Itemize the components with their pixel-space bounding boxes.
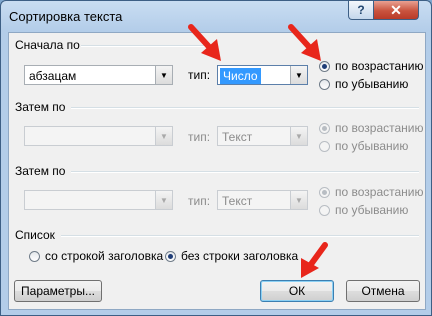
sort3-desc-label[interactable]: по убыванию	[335, 203, 408, 217]
annotation-arrow-icon	[301, 242, 328, 278]
with-header-radio[interactable]	[29, 251, 40, 262]
list-divider	[61, 235, 419, 237]
ok-button[interactable]: ОК	[260, 280, 334, 302]
cancel-button[interactable]: Отмена	[346, 280, 420, 302]
help-icon: ?	[357, 3, 365, 17]
cancel-button-label: Отмена	[361, 284, 405, 298]
annotation-arrow-icon	[288, 24, 321, 61]
dialog-title: Сортировка текста	[9, 9, 123, 24]
sort3-asc-radio[interactable]	[319, 187, 330, 198]
chevron-down-icon[interactable]: ▼	[155, 191, 172, 209]
sort2-desc-label[interactable]: по убыванию	[335, 139, 408, 153]
close-button[interactable]: ✕	[373, 1, 419, 20]
sort1-asc-label[interactable]: по возрастанию	[335, 59, 424, 73]
sort1-field-combo[interactable]: абзацам ▼	[24, 65, 173, 85]
sort3-heading: Затем по	[15, 164, 66, 178]
without-header-radio[interactable]	[165, 251, 176, 262]
sort3-type-value: Текст	[222, 194, 253, 208]
sort1-desc-label[interactable]: по убыванию	[335, 77, 408, 91]
dialog-body: Сначала по абзацам ▼ тип: Число ▼ по воз…	[8, 32, 426, 310]
sort1-type-combo[interactable]: Число ▼	[217, 65, 308, 85]
sort2-heading: Затем по	[15, 100, 66, 114]
chevron-down-icon[interactable]: ▼	[290, 191, 307, 209]
options-button-label: Параметры...	[21, 284, 95, 298]
chevron-down-icon[interactable]: ▼	[290, 127, 307, 145]
without-header-label[interactable]: без строки заголовка	[181, 249, 298, 263]
ok-button-label: ОК	[288, 284, 306, 298]
sort-text-dialog: Сортировка текста ? ✕ Сначала по абзацам…	[0, 0, 432, 316]
sort2-type-label: тип:	[188, 130, 211, 144]
sort3-asc-label[interactable]: по возрастанию	[335, 185, 424, 199]
sort1-field-value: абзацам	[29, 69, 77, 83]
close-icon: ✕	[390, 1, 402, 18]
chevron-down-icon[interactable]: ▼	[155, 127, 172, 145]
sort1-heading: Сначала по	[15, 38, 80, 52]
sort1-desc-radio[interactable]	[319, 79, 330, 90]
sort2-divider	[71, 107, 419, 109]
sort3-type-combo[interactable]: Текст ▼	[217, 190, 308, 210]
sort2-asc-label[interactable]: по возрастанию	[335, 121, 424, 135]
sort2-type-value: Текст	[222, 130, 253, 144]
with-header-label[interactable]: со строкой заголовка	[45, 249, 163, 263]
help-button[interactable]: ?	[348, 1, 374, 20]
sort2-desc-radio[interactable]	[319, 141, 330, 152]
sort2-asc-radio[interactable]	[319, 123, 330, 134]
sort3-field-combo[interactable]: ▼	[24, 190, 173, 210]
annotation-arrow-icon	[188, 24, 221, 61]
options-button[interactable]: Параметры...	[14, 280, 102, 302]
sort1-type-label: тип:	[188, 68, 211, 82]
sort3-divider	[71, 171, 419, 173]
sort1-type-value: Число	[220, 68, 261, 84]
sort3-desc-radio[interactable]	[319, 205, 330, 216]
sort3-type-label: тип:	[188, 194, 211, 208]
chevron-down-icon[interactable]: ▼	[155, 66, 172, 84]
sort2-type-combo[interactable]: Текст ▼	[217, 126, 308, 146]
sort2-field-combo[interactable]: ▼	[24, 126, 173, 146]
chevron-down-icon[interactable]: ▼	[290, 66, 307, 84]
list-heading: Список	[15, 228, 55, 242]
